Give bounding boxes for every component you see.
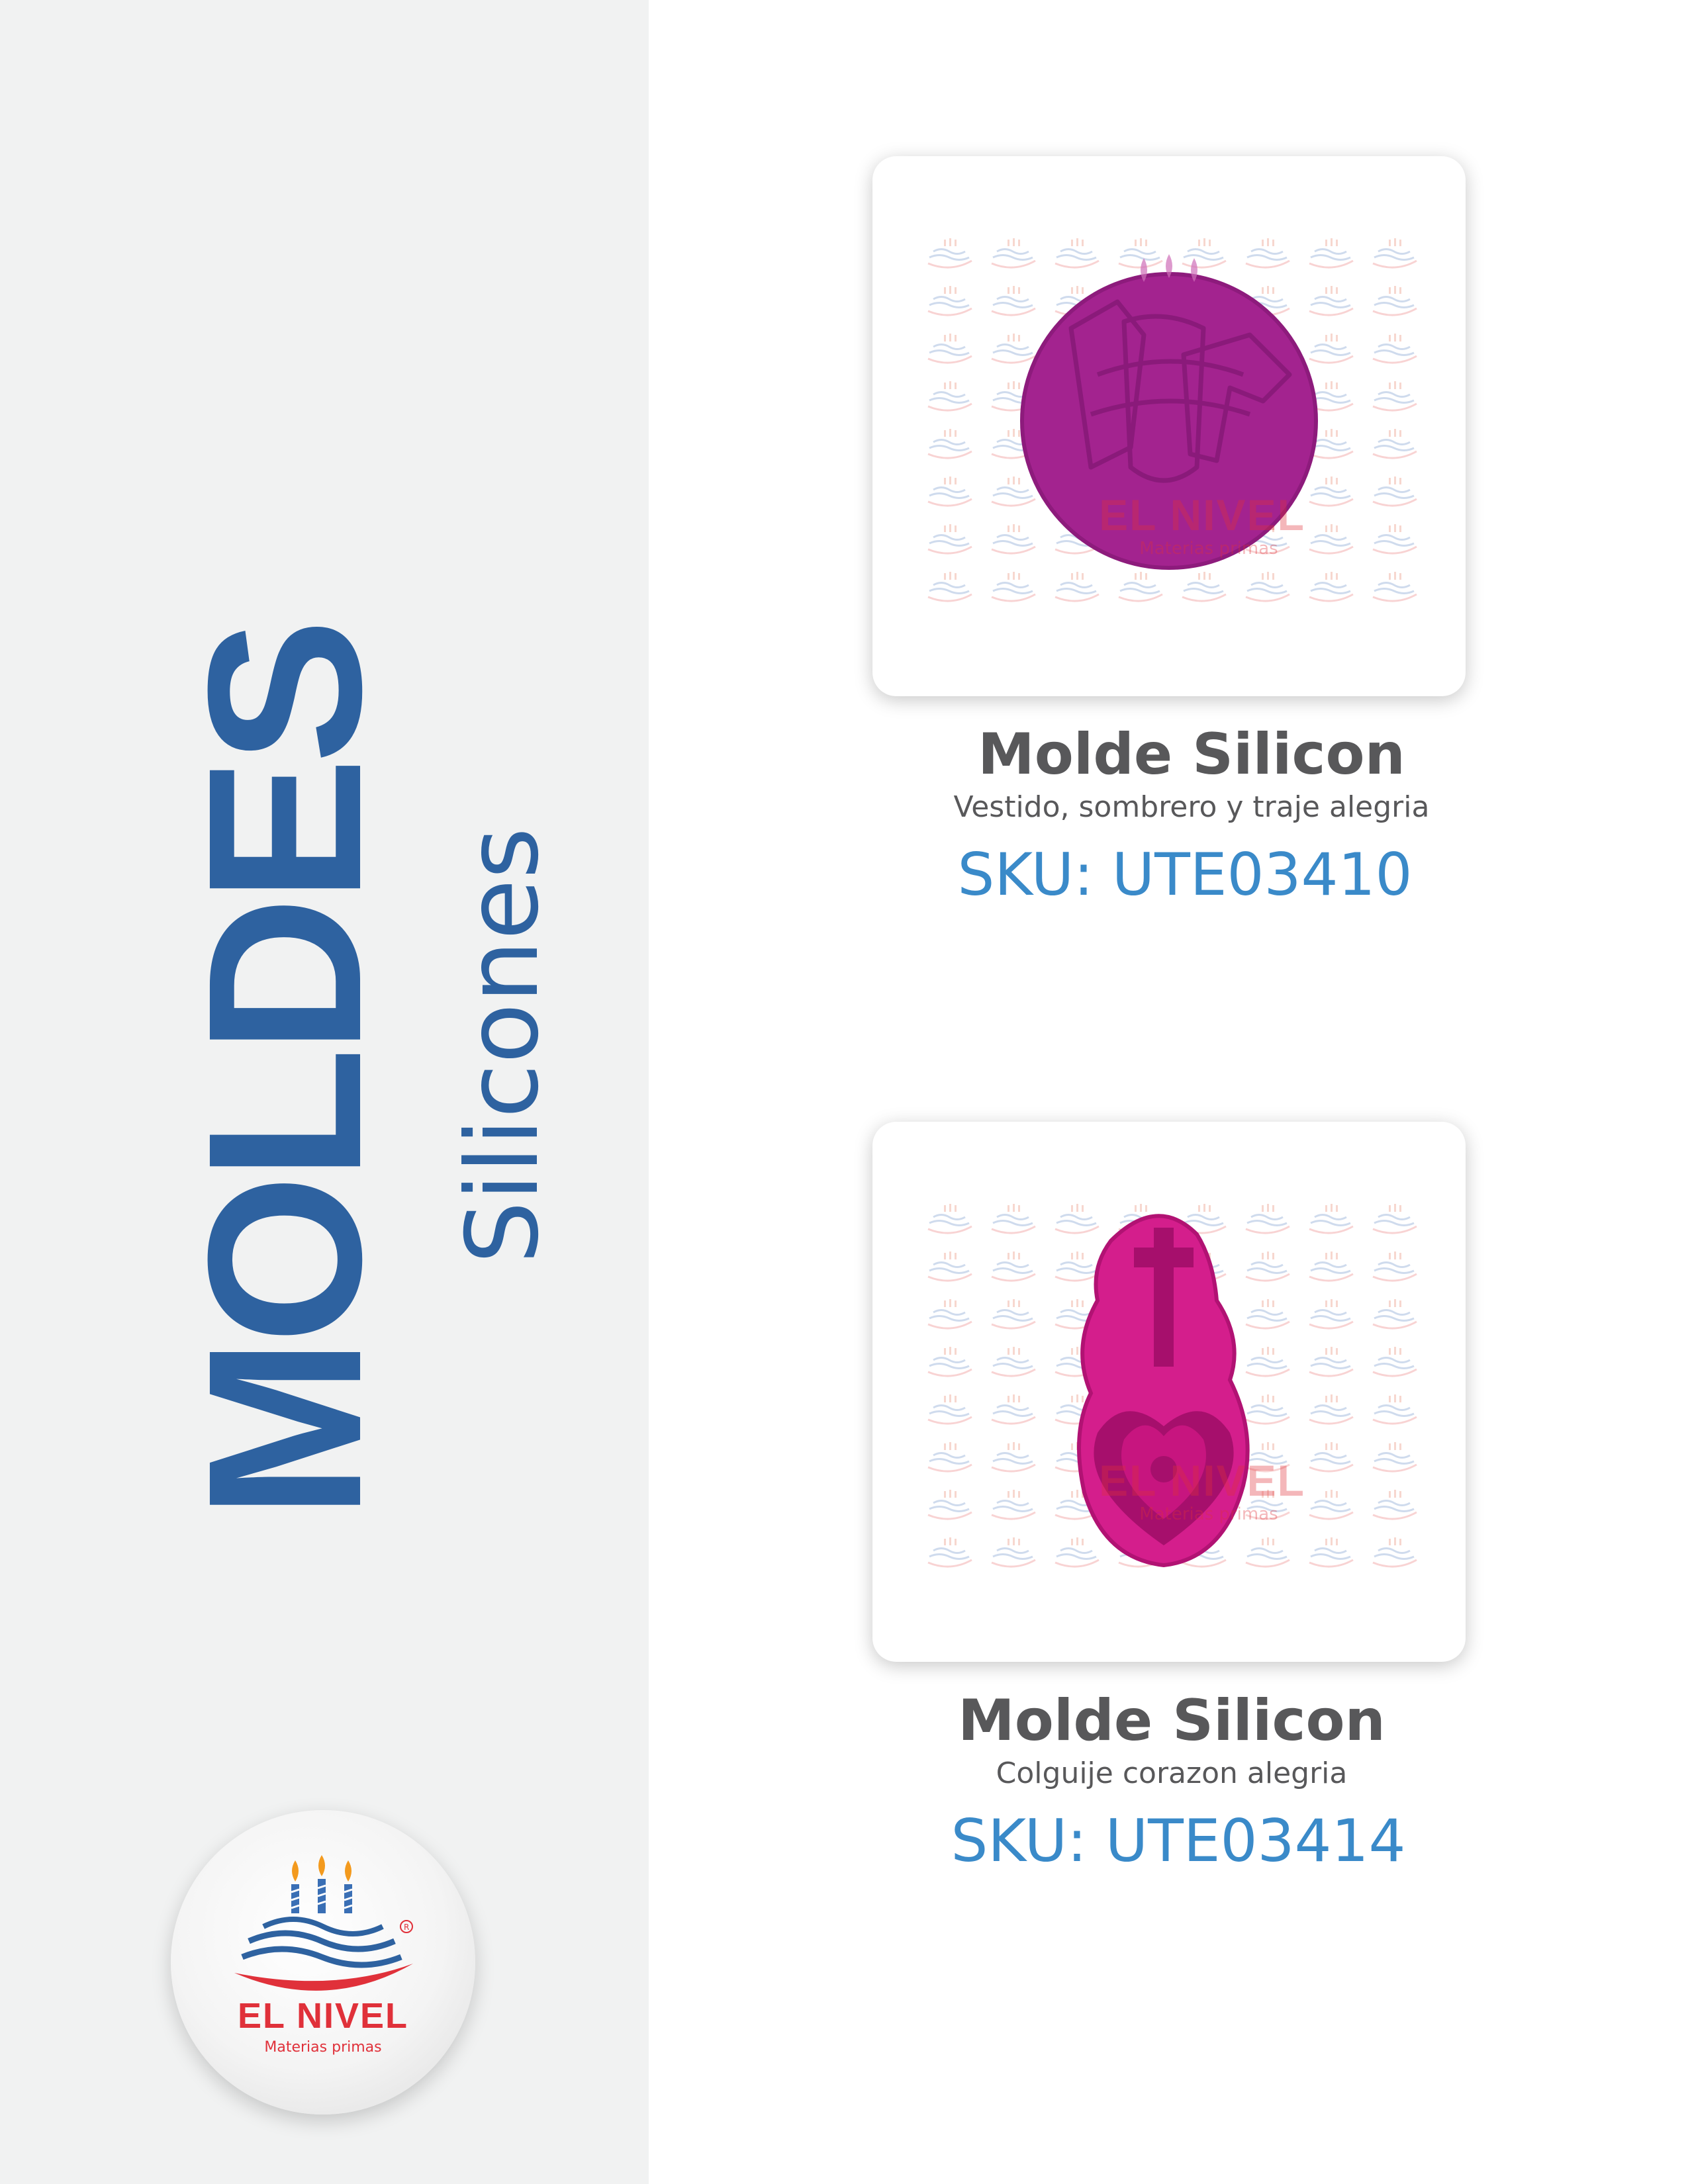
watermark-name: EL NIVEL xyxy=(1099,1456,1305,1505)
watermark-tagline: Materias primas xyxy=(1139,539,1278,559)
product-sku: SKU: UTE03410 xyxy=(957,841,1413,909)
logo-name: EL NIVEL xyxy=(237,1996,409,2036)
product-image-card: EL NIVEL Materias primas xyxy=(872,156,1466,696)
product-sku: SKU: UTE03414 xyxy=(951,1807,1406,1875)
sidebar: MOLDES Silicones R EL NIVEL Materias pri… xyxy=(0,0,649,2184)
svg-text:R: R xyxy=(404,1923,409,1932)
product-name: Molde Silicon xyxy=(978,721,1405,788)
page-subtitle: Silicones xyxy=(445,827,561,1264)
mold-dress-hat-suit xyxy=(1020,254,1318,570)
product-name: Molde Silicon xyxy=(958,1688,1385,1754)
product-description: Colguije corazon alegria xyxy=(996,1756,1348,1790)
watermark-name: EL NIVEL xyxy=(1099,490,1305,539)
mold-heart-pendant xyxy=(1077,1214,1250,1568)
watermark-tagline: Materias primas xyxy=(1139,1504,1278,1524)
cake-candles-icon: R xyxy=(234,1855,413,1991)
brand-logo: R EL NIVEL Materias primas xyxy=(171,1810,475,2115)
product-image-card: EL NIVEL Materias primas xyxy=(872,1122,1466,1662)
product-description: Vestido, sombrero y traje alegria xyxy=(953,790,1430,824)
page-title: MOLDES xyxy=(162,625,406,1520)
logo-tagline: Materias primas xyxy=(264,2039,382,2056)
